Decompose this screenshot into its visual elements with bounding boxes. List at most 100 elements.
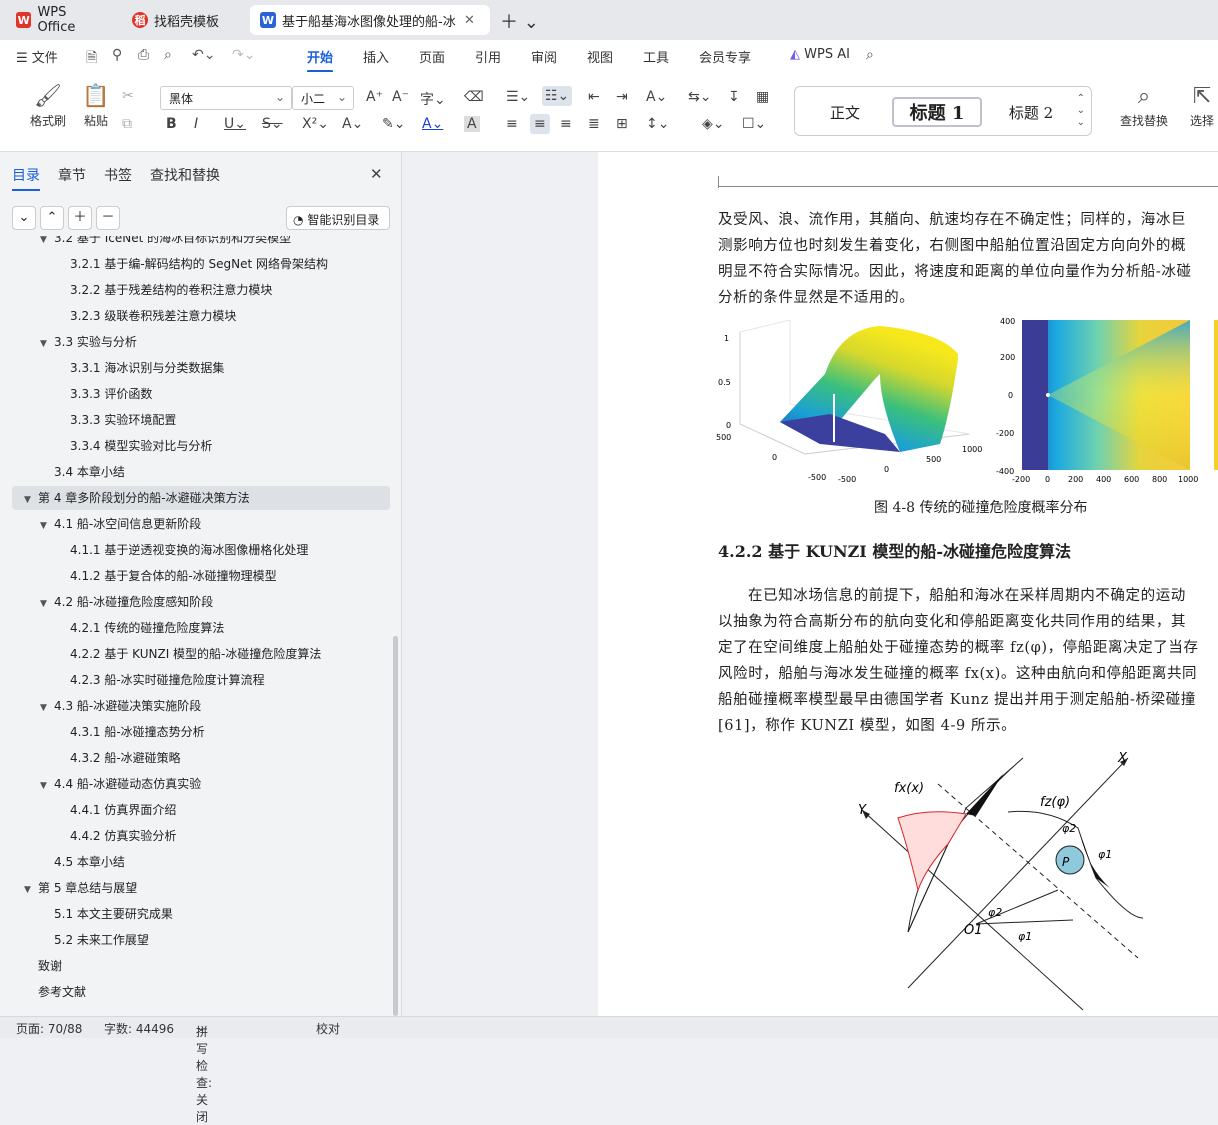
table-icon[interactable]: ▦ xyxy=(756,89,769,105)
toc-item[interactable]: 3.4 本章小结 xyxy=(0,460,395,484)
strikethrough-icon[interactable]: S⌄ xyxy=(262,116,283,132)
clear-format-icon[interactable]: ⌫ xyxy=(464,89,484,105)
add-heading-button[interactable]: ＋ xyxy=(68,206,92,230)
toc-item[interactable]: 4.1.1 基于逆透视变换的海冰图像栅格化处理 xyxy=(0,538,395,562)
line-sort-icon[interactable]: ↧ xyxy=(728,89,740,105)
file-menu[interactable]: ☰ 文件 xyxy=(16,47,58,66)
superscript-icon[interactable]: X²⌄ xyxy=(302,116,329,132)
print-icon[interactable]: ⎙ xyxy=(138,47,149,63)
style-heading-2[interactable]: 标题 2 xyxy=(991,97,1071,127)
shading-icon[interactable]: ◈⌄ xyxy=(702,116,725,132)
toc-item[interactable]: 3.3.3 实验环境配置 xyxy=(0,408,395,432)
wps-ai-button[interactable]: ◭ WPS AI xyxy=(790,47,850,62)
format-painter-button[interactable]: 🖌 格式刷 xyxy=(28,84,68,129)
caret-down-icon[interactable]: ▼ xyxy=(40,592,54,616)
new-tab-icon[interactable]: ＋ ⌄ xyxy=(500,8,539,34)
toc-item[interactable]: 5.1 本文主要研究成果 xyxy=(0,902,395,926)
tab-find-replace[interactable]: 查找和替换 xyxy=(150,165,220,185)
style-scroll-icon[interactable]: ⌃ ⌄ ⌄ xyxy=(1077,93,1085,129)
menu-item-tools[interactable]: 工具 xyxy=(643,47,669,66)
caret-down-icon[interactable]: ▼ xyxy=(40,696,54,720)
toc-item[interactable]: ▼ 3.2 基于 IceNet 的海冰目标识别和分类模型 xyxy=(0,236,395,250)
border-icon[interactable]: ☐⌄ xyxy=(742,116,766,132)
menu-item-start[interactable]: 开始 xyxy=(307,47,334,73)
menu-item-review[interactable]: 审阅 xyxy=(531,47,557,66)
decrease-indent-icon[interactable]: ⇤ xyxy=(588,89,600,105)
tab-document[interactable]: W 基于船基海冰图像处理的船-冰 ✕ xyxy=(250,5,490,35)
bullet-list-icon[interactable]: ☰⌄ xyxy=(506,89,530,105)
style-heading-1[interactable]: 标题 1 xyxy=(892,97,982,127)
toc-item[interactable]: 4.4.1 仿真界面介绍 xyxy=(0,798,395,822)
caret-down-icon[interactable]: ▼ xyxy=(24,488,38,512)
toc-item[interactable]: ▼ 4.2 船-冰碰撞危险度感知阶段 xyxy=(0,590,395,614)
increase-indent-icon[interactable]: ⇥ xyxy=(616,89,628,105)
tab-bookmarks[interactable]: 书签 xyxy=(104,165,132,185)
toc-item[interactable]: 4.2.1 传统的碰撞危险度算法 xyxy=(0,616,395,640)
toc-item[interactable]: ▼ 第 4 章多阶段划分的船-冰避碰决策方法 xyxy=(12,486,390,510)
numbered-list-icon[interactable]: ☷⌄ xyxy=(542,86,573,106)
toc-item[interactable]: ▼ 4.1 船-冰空间信息更新阶段 xyxy=(0,512,395,536)
proofread-button[interactable]: 校对 xyxy=(316,1020,340,1037)
toc-item[interactable]: ▼ 3.3 实验与分析 xyxy=(0,330,395,354)
bold-icon[interactable]: B xyxy=(166,116,177,132)
toc-item[interactable]: 4.5 本章小结 xyxy=(0,850,395,874)
toc-item[interactable]: ▼ 第 5 章总结与展望 xyxy=(0,876,395,900)
line-spacing-icon[interactable]: ↕⌄ xyxy=(646,116,669,132)
menu-item-member[interactable]: 会员专享 xyxy=(699,47,751,66)
undo-icon[interactable]: ↶⌄ xyxy=(192,47,215,63)
toc-item[interactable]: 3.3.4 模型实验对比与分析 xyxy=(0,434,395,458)
menu-item-view[interactable]: 视图 xyxy=(587,47,613,66)
toc-item[interactable]: 3.3.3 评价函数 xyxy=(0,382,395,406)
page-indicator[interactable]: 页面: 70/88 xyxy=(16,1020,82,1037)
caret-down-icon[interactable]: ▼ xyxy=(40,514,54,538)
italic-icon[interactable]: I xyxy=(194,116,198,132)
paste-button[interactable]: 📋 粘贴 xyxy=(76,84,116,129)
collapse-all-button[interactable]: ⌄ xyxy=(12,206,36,230)
word-count[interactable]: 字数: 44496 xyxy=(104,1020,174,1037)
toc-item[interactable]: ▼ 4.3 船-冰避碰决策实施阶段 xyxy=(0,694,395,718)
phonetic-icon[interactable]: 字⌄ xyxy=(420,89,446,109)
text-direction-icon[interactable]: A⌄ xyxy=(646,89,667,105)
toc-item[interactable]: 致谢 xyxy=(0,954,395,978)
toc-item[interactable]: 3.2.2 基于残差结构的卷积注意力模块 xyxy=(0,278,395,302)
redo-icon[interactable]: ↷⌄ xyxy=(232,47,255,63)
save-icon[interactable]: 🗎 xyxy=(86,47,97,71)
toc-item[interactable]: ▼ 4.4 船-冰避碰动态仿真实验 xyxy=(0,772,395,796)
tab-toc[interactable]: 目录 xyxy=(12,165,40,191)
caret-down-icon[interactable]: ▼ xyxy=(40,332,54,356)
copy-icon[interactable]: ⧉ xyxy=(122,116,132,132)
sort-icon[interactable]: ⇆⌄ xyxy=(688,89,711,105)
font-size-select[interactable]: 小二 ⌄ xyxy=(292,86,354,110)
caret-down-icon[interactable]: ▼ xyxy=(40,774,54,798)
toc-item[interactable]: 4.3.2 船-冰避碰策略 xyxy=(0,746,395,770)
align-left-icon[interactable]: ≡ xyxy=(506,116,518,132)
toc-item[interactable]: 参考文献 xyxy=(0,980,395,1004)
remove-heading-button[interactable]: － xyxy=(96,206,120,230)
expand-up-button[interactable]: ⌃ xyxy=(40,206,64,230)
smart-toc-button[interactable]: ◔ 智能识别目录 xyxy=(286,206,390,230)
cut-icon[interactable]: ✂ xyxy=(122,88,134,104)
style-normal[interactable]: 正文 xyxy=(815,97,875,127)
toc-item[interactable]: 4.2.2 基于 KUNZI 模型的船-冰碰撞危险度算法 xyxy=(0,642,395,666)
menu-item-insert[interactable]: 插入 xyxy=(363,47,389,66)
toc-item[interactable]: 4.2.3 船-冰实时碰撞危险度计算流程 xyxy=(0,668,395,692)
tab-daoke[interactable]: 稻 找稻壳模板 xyxy=(122,5,242,35)
font-color-icon[interactable]: A⌄ xyxy=(422,116,443,132)
close-tab-icon[interactable]: ✕ xyxy=(464,13,475,28)
toc-item[interactable]: 3.2.3 级联卷积残差注意力模块 xyxy=(0,304,395,328)
grow-font-icon[interactable]: A⁺ xyxy=(366,89,383,105)
caret-down-icon[interactable]: ▼ xyxy=(24,878,38,902)
shrink-font-icon[interactable]: A⁻ xyxy=(392,89,409,105)
caret-down-icon[interactable]: ▼ xyxy=(40,236,54,252)
search-icon[interactable]: ⌕ xyxy=(866,47,874,63)
find-replace-button[interactable]: ⌕ 查找替换 xyxy=(1112,84,1176,129)
menu-item-page[interactable]: 页面 xyxy=(419,47,445,66)
font-name-select[interactable]: 黑体 ⌄ xyxy=(160,86,292,110)
close-pane-icon[interactable]: ✕ xyxy=(370,165,383,183)
preview-icon[interactable]: ⌕ xyxy=(164,47,172,63)
toc-scrollbar[interactable] xyxy=(393,636,398,1016)
spell-check-toggle[interactable]: 拼写检查: 关闭 ⌄ xyxy=(196,1020,212,1124)
distribute-icon[interactable]: ⊞ xyxy=(616,116,628,132)
text-effect-icon[interactable]: A⌄ xyxy=(342,116,363,132)
char-shading-icon[interactable]: A xyxy=(464,116,480,132)
